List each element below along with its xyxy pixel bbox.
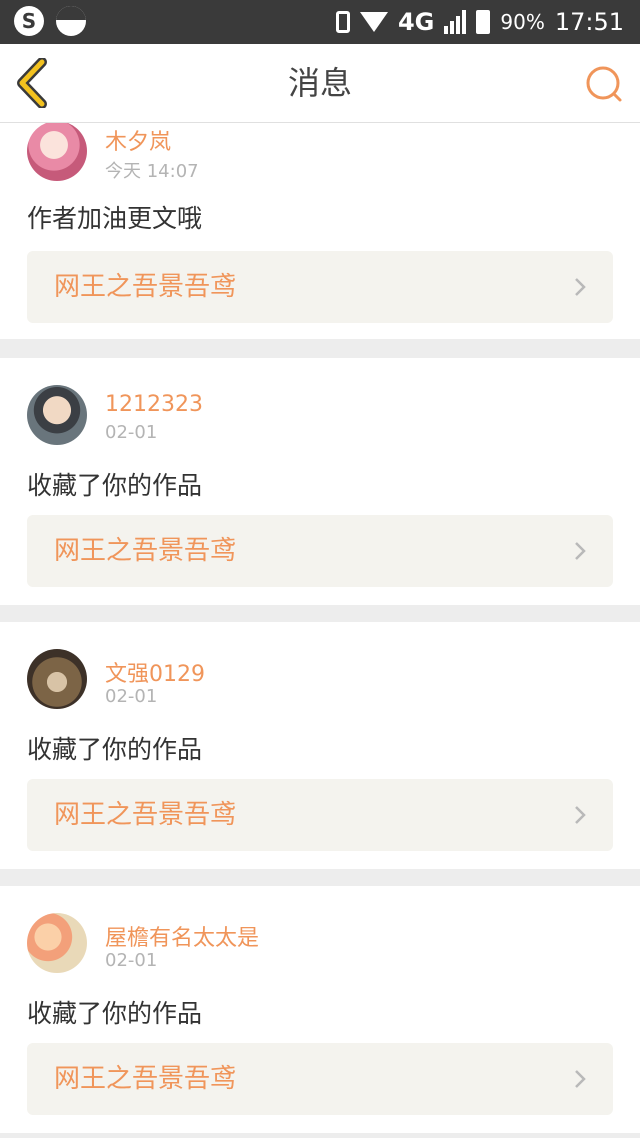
top-bar: 消息 xyxy=(0,44,640,123)
work-title: 网王之吾景吾鸢 xyxy=(54,1064,237,1094)
page-title: 消息 xyxy=(287,64,352,102)
message-date: 02-01 xyxy=(105,422,158,443)
wifi-icon xyxy=(359,12,388,32)
message-text: 收藏了你的作品 xyxy=(27,735,203,764)
avatar[interactable] xyxy=(27,913,87,973)
battery-icon xyxy=(476,10,491,34)
circle-icon xyxy=(56,6,86,36)
work-title: 网王之吾景吾鸢 xyxy=(54,800,237,830)
chevron-right-icon xyxy=(575,278,586,296)
chevron-right-icon xyxy=(575,806,586,824)
chevron-right-icon xyxy=(575,542,586,560)
search-icon[interactable] xyxy=(584,64,624,104)
work-title: 网王之吾景吾鸢 xyxy=(54,536,237,566)
work-link[interactable]: 网王之吾景吾鸢 xyxy=(27,779,613,851)
user-name[interactable]: 1212323 xyxy=(105,392,203,417)
message-text: 收藏了你的作品 xyxy=(27,471,203,500)
work-link[interactable]: 网王之吾景吾鸢 xyxy=(27,1043,613,1115)
back-chevron-icon[interactable] xyxy=(14,58,54,108)
message-text: 作者加油更文哦 xyxy=(27,204,203,233)
message-text: 收藏了你的作品 xyxy=(27,999,203,1028)
message-card: 文强0129 02-01 收藏了你的作品 网王之吾景吾鸢 xyxy=(0,622,640,869)
user-name[interactable]: 木夕岚 xyxy=(105,124,171,156)
message-date: 02-01 xyxy=(105,686,158,707)
sogou-icon xyxy=(14,6,44,36)
message-card: 1212323 02-01 收藏了你的作品 网王之吾景吾鸢 xyxy=(0,358,640,605)
work-link[interactable]: 网王之吾景吾鸢 xyxy=(27,515,613,587)
user-name[interactable]: 文强0129 xyxy=(105,656,205,688)
vibrate-icon xyxy=(335,11,350,33)
message-list: 木夕岚 今天 14:07 作者加油更文哦 网王之吾景吾鸢 1212323 02-… xyxy=(0,123,640,1138)
user-name[interactable]: 屋檐有名太太是 xyxy=(105,920,259,952)
clock: 17:51 xyxy=(554,8,624,36)
signal-icon xyxy=(444,10,467,34)
avatar[interactable] xyxy=(27,123,87,181)
battery-percent: 90% xyxy=(500,10,545,34)
work-link[interactable]: 网王之吾景吾鸢 xyxy=(27,251,613,323)
network-type: 4G xyxy=(397,8,435,36)
message-card: 屋檐有名太太是 02-01 收藏了你的作品 网王之吾景吾鸢 xyxy=(0,886,640,1133)
message-card: 木夕岚 今天 14:07 作者加油更文哦 网王之吾景吾鸢 xyxy=(0,123,640,339)
chevron-right-icon xyxy=(575,1070,586,1088)
status-bar: 4G 90% 17:51 xyxy=(0,0,640,44)
avatar[interactable] xyxy=(27,385,87,445)
message-date: 02-01 xyxy=(105,950,158,971)
message-date: 今天 14:07 xyxy=(105,161,199,182)
avatar[interactable] xyxy=(27,649,87,709)
work-title: 网王之吾景吾鸢 xyxy=(54,272,237,302)
